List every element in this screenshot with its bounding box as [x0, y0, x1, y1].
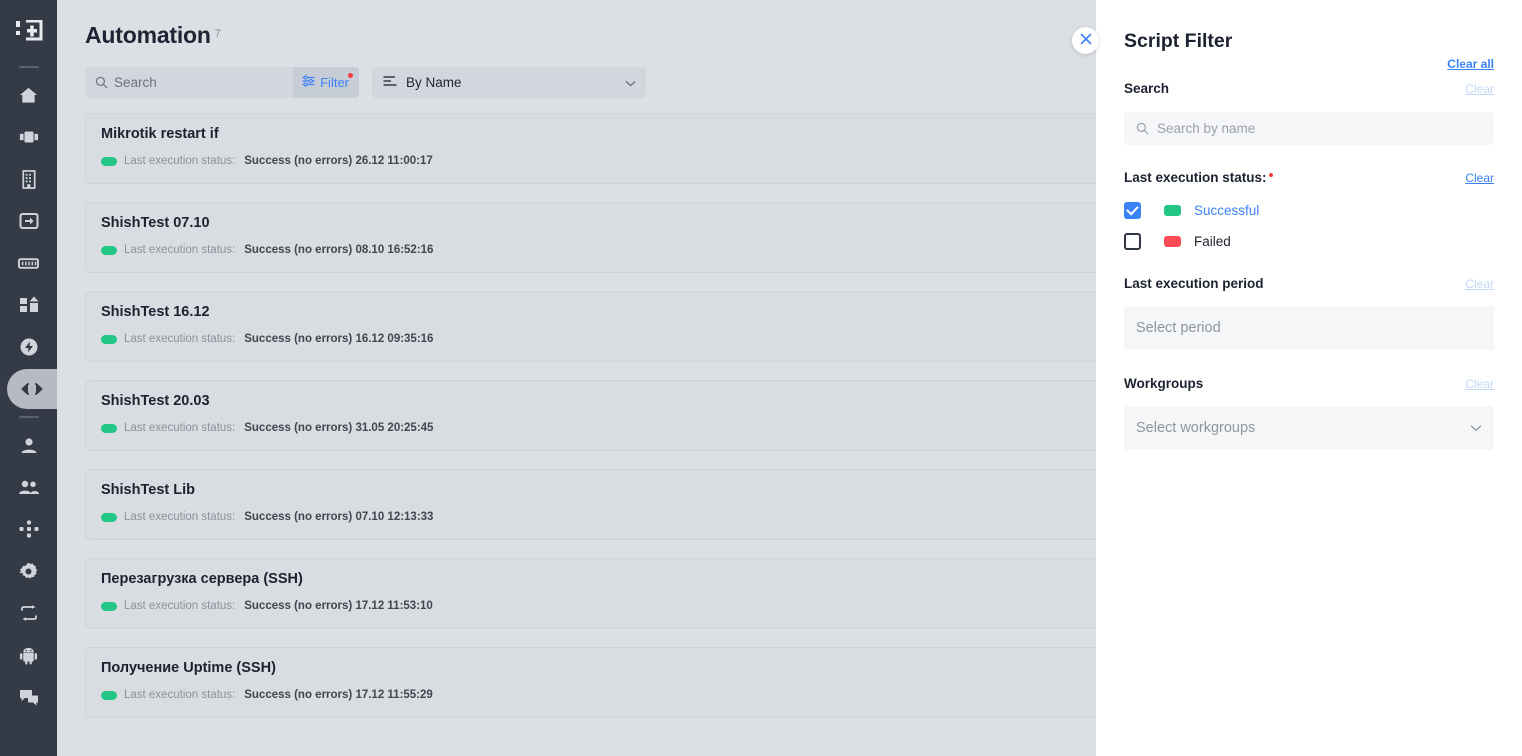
filter-button[interactable]: Filter	[293, 67, 359, 98]
chevron-down-icon	[625, 74, 636, 92]
status-indicator	[101, 245, 117, 255]
panel-search-input[interactable]: Search by name	[1157, 121, 1482, 136]
sidebar-divider-bottom	[18, 416, 39, 418]
sidebar-item-dashboards[interactable]	[7, 285, 51, 325]
status-label: Last execution status:	[124, 244, 236, 256]
panel-title: Script Filter	[1124, 30, 1233, 52]
status-checkbox[interactable]	[1124, 202, 1141, 219]
left-sidebar	[0, 0, 57, 756]
status-label: Last execution status:	[124, 422, 236, 434]
app-logo-icon[interactable]	[10, 14, 48, 52]
sidebar-item-automation[interactable]	[7, 369, 57, 409]
filter-icon	[302, 74, 315, 92]
status-section-title: Last execution status:	[1124, 170, 1273, 185]
period-clear-link[interactable]: Clear	[1465, 277, 1494, 291]
sort-icon	[383, 74, 397, 92]
status-checkbox[interactable]	[1124, 233, 1141, 250]
status-option-label: Successful	[1194, 203, 1260, 218]
sidebar-item-alerts[interactable]	[7, 327, 51, 367]
status-option-row[interactable]: Failed	[1124, 233, 1494, 250]
page-title-count: 7	[214, 27, 221, 40]
app-root: Automation 7 Search Filter By Name Mikro…	[0, 0, 1522, 756]
filter-section-search: Search Clear Search by name	[1124, 81, 1494, 145]
status-color-chip	[1164, 205, 1181, 216]
sidebar-item-measurements[interactable]	[7, 243, 51, 283]
close-icon	[1080, 32, 1092, 50]
sidebar-item-inventory[interactable]	[7, 159, 51, 199]
search-icon	[95, 76, 108, 89]
status-label: Last execution status:	[124, 333, 236, 345]
search-section-title: Search	[1124, 81, 1170, 96]
status-indicator	[101, 601, 117, 611]
status-label: Last execution status:	[124, 155, 236, 167]
sort-dropdown[interactable]: By Name	[372, 67, 646, 98]
search-icon	[1136, 122, 1149, 135]
status-label: Last execution status:	[124, 600, 236, 612]
page-title: Automation	[85, 22, 211, 48]
status-value: Success (no errors) 16.12 09:35:16	[244, 333, 434, 345]
close-panel-button[interactable]	[1072, 27, 1099, 54]
status-indicator	[101, 334, 117, 344]
filter-section-status: Last execution status: Clear Successful F…	[1124, 170, 1494, 250]
sidebar-item-user[interactable]	[7, 425, 51, 465]
status-label: Last execution status:	[124, 511, 236, 523]
status-option-list: Successful Failed	[1124, 202, 1494, 250]
sidebar-item-devices[interactable]	[7, 117, 51, 157]
clear-all-link[interactable]: Clear all	[1124, 56, 1494, 72]
filter-section-workgroups: Workgroups Clear Select workgroups	[1124, 376, 1494, 450]
period-select-value: Select period	[1136, 320, 1221, 336]
search-clear-link[interactable]: Clear	[1465, 82, 1494, 96]
script-filter-panel: Script Filter Clear all Search Clear Sea…	[1096, 0, 1522, 756]
status-option-label: Failed	[1194, 234, 1231, 249]
period-section-title: Last execution period	[1124, 276, 1264, 291]
period-select[interactable]: Select period	[1124, 306, 1494, 350]
status-label: Last execution status:	[124, 689, 236, 701]
workgroups-section-title: Workgroups	[1124, 376, 1204, 391]
chevron-down-icon	[1470, 419, 1482, 437]
search-box[interactable]: Search Filter	[85, 67, 359, 98]
sidebar-divider-top	[18, 66, 39, 68]
required-dot	[1268, 172, 1273, 177]
status-indicator	[101, 690, 117, 700]
sidebar-item-inbox[interactable]	[7, 201, 51, 241]
search-input[interactable]: Search	[114, 75, 293, 90]
sidebar-item-settings[interactable]	[7, 551, 51, 591]
sidebar-item-groups[interactable]	[7, 467, 51, 507]
sort-dropdown-value: By Name	[406, 75, 462, 90]
sidebar-item-home[interactable]	[7, 75, 51, 115]
status-option-row[interactable]: Successful	[1124, 202, 1494, 219]
status-value: Success (no errors) 17.12 11:53:10	[244, 600, 433, 612]
workgroups-select[interactable]: Select workgroups	[1124, 406, 1494, 450]
status-value: Success (no errors) 08.10 16:52:16	[244, 244, 434, 256]
panel-search-box[interactable]: Search by name	[1124, 112, 1494, 145]
workgroups-select-value: Select workgroups	[1136, 420, 1256, 436]
filter-button-label: Filter	[320, 75, 349, 90]
filter-section-period: Last execution period Clear Select perio…	[1124, 276, 1494, 350]
status-color-chip	[1164, 236, 1181, 247]
sidebar-item-sync[interactable]	[7, 593, 51, 633]
workgroups-clear-link[interactable]: Clear	[1465, 377, 1494, 391]
status-indicator	[101, 423, 117, 433]
status-indicator	[101, 156, 117, 166]
status-value: Success (no errors) 26.12 11:00:17	[244, 155, 433, 167]
status-value: Success (no errors) 07.10 12:13:33	[244, 511, 434, 523]
status-indicator	[101, 512, 117, 522]
sidebar-item-topology[interactable]	[7, 509, 51, 549]
sidebar-item-android[interactable]	[7, 635, 51, 675]
filter-active-badge	[348, 73, 353, 78]
sidebar-item-chat[interactable]	[7, 677, 51, 717]
status-clear-link[interactable]: Clear	[1465, 171, 1494, 185]
status-value: Success (no errors) 31.05 20:25:45	[244, 422, 434, 434]
status-value: Success (no errors) 17.12 11:55:29	[244, 689, 433, 701]
